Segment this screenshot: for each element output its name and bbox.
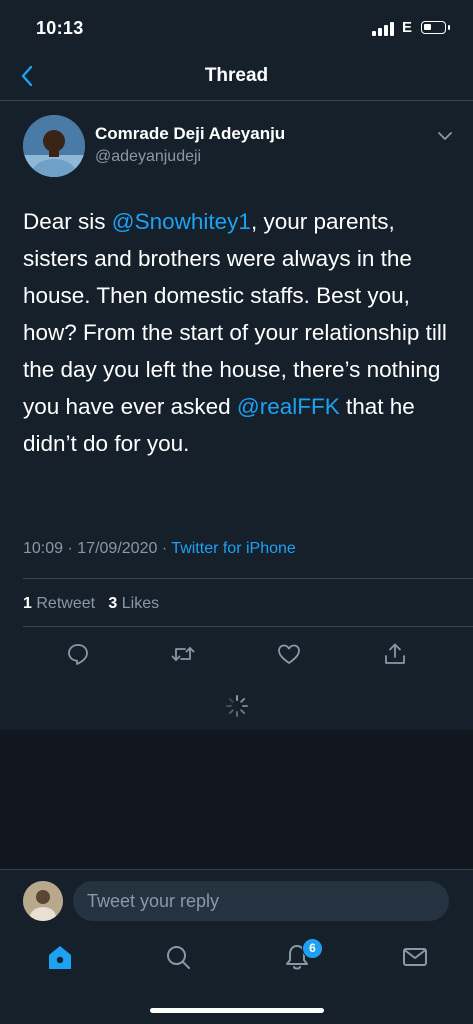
retweet-button[interactable]: [170, 641, 196, 667]
retweet-label: Retweet: [36, 595, 96, 612]
avatar-image: [23, 115, 85, 177]
replies-area: [0, 730, 473, 870]
tweet-source-link[interactable]: Twitter for iPhone: [171, 540, 296, 557]
search-icon: [167, 946, 190, 969]
like-count: 3: [108, 595, 118, 612]
author-avatar[interactable]: [23, 115, 85, 177]
meta-separator: ·: [67, 540, 73, 557]
tweet-text-part: , your parents, sisters and brothers wer…: [23, 209, 447, 419]
divider: [23, 626, 473, 627]
avatar-image: [23, 881, 63, 921]
mention-link[interactable]: @Snowhitey1: [112, 209, 251, 234]
page-title: Thread: [204, 65, 269, 86]
tab-home[interactable]: [45, 942, 75, 972]
reply-input[interactable]: Tweet your reply: [73, 881, 449, 921]
like-button[interactable]: [276, 641, 302, 667]
reply-icon: [68, 644, 88, 665]
mention-link[interactable]: @realFFK: [237, 394, 340, 419]
battery-icon: [421, 21, 450, 34]
tweet-author-header: Comrade Deji Adeyanju @adeyanjudeji: [0, 115, 473, 181]
reply-button[interactable]: [65, 641, 91, 667]
home-icon: [49, 946, 71, 969]
like-label: Likes: [121, 595, 160, 612]
caret-down-icon: [438, 132, 452, 140]
like-icon: [278, 644, 300, 664]
divider: [23, 578, 473, 579]
signal-strength-icon: [372, 22, 394, 36]
likes-link[interactable]: 3 Likes: [108, 595, 159, 612]
retweets-link[interactable]: 1 Retweet: [23, 595, 95, 612]
reply-bar: Tweet your reply: [0, 869, 473, 934]
meta-separator: ·: [161, 540, 168, 557]
tweet-text: Dear sis @Snowhitey1, your parents, sist…: [23, 203, 455, 462]
status-time: 10:13: [36, 18, 84, 38]
loading-spinner-icon: [226, 695, 248, 717]
author-name[interactable]: Comrade Deji Adeyanju: [95, 124, 285, 144]
tweet-text-part: Dear sis: [23, 209, 112, 234]
share-icon: [385, 643, 405, 664]
nav-header: Thread: [0, 56, 473, 101]
user-avatar[interactable]: [23, 881, 63, 921]
network-type: E: [402, 19, 413, 36]
tweet-stats: 1 Retweet 3 Likes: [23, 595, 159, 613]
tab-search[interactable]: [163, 942, 193, 972]
tweet-timestamp: 10:09 · 17/09/2020 · Twitter for iPhone: [23, 540, 296, 558]
tweet-date: 17/09/2020: [77, 540, 158, 557]
home-indicator: [150, 1008, 324, 1013]
notification-badge: 6: [302, 938, 323, 959]
author-handle[interactable]: @adeyanjudeji: [95, 148, 201, 166]
status-bar: 10:13 E: [0, 0, 473, 56]
tweet-time: 10:09: [23, 540, 64, 557]
messages-icon: [403, 948, 427, 966]
tab-messages[interactable]: [400, 942, 430, 972]
share-button[interactable]: [382, 641, 408, 667]
retweet-count: 1: [23, 595, 32, 612]
tweet-options-button[interactable]: [436, 129, 454, 143]
retweet-icon: [171, 647, 195, 661]
